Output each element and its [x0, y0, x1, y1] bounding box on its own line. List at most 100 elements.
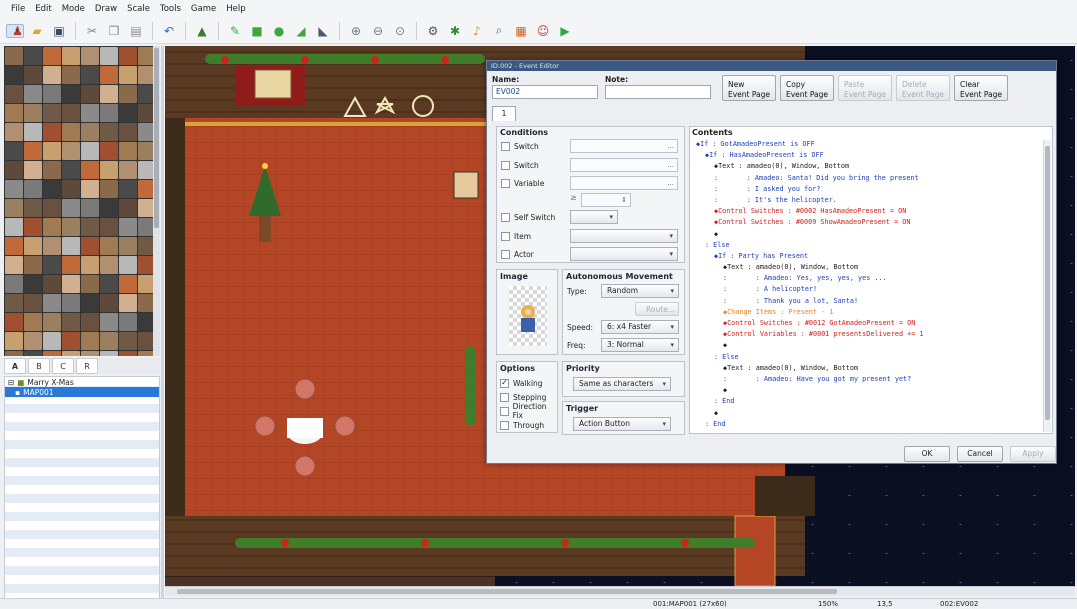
tileset-palette[interactable]: [4, 46, 160, 356]
tree-project[interactable]: ⊟ ■ Marry X-Mas: [5, 377, 159, 387]
tile[interactable]: [43, 275, 61, 293]
command-line[interactable]: ◆: [692, 408, 1043, 419]
variable-picker[interactable]: ...: [570, 176, 678, 190]
tile[interactable]: [81, 294, 99, 312]
command-line[interactable]: ◆Change Items : Present - 1: [692, 307, 1043, 318]
save-project-icon[interactable]: ▣: [50, 22, 68, 40]
tile[interactable]: [5, 351, 23, 356]
tile[interactable]: [24, 66, 42, 84]
tile[interactable]: [5, 294, 23, 312]
tile[interactable]: [100, 237, 118, 255]
command-line[interactable]: ◆Control Variables : #0001 presentsDeliv…: [692, 329, 1043, 340]
tile[interactable]: [24, 199, 42, 217]
map-horizontal-scrollbar[interactable]: [165, 586, 1075, 596]
self-switch-select[interactable]: [570, 210, 618, 224]
menu-file[interactable]: File: [6, 4, 30, 14]
rectangle-icon[interactable]: ■: [248, 22, 266, 40]
tile[interactable]: [62, 85, 80, 103]
paste-event-page-button[interactable]: Paste Event Page: [838, 75, 892, 101]
menu-scale[interactable]: Scale: [122, 4, 155, 14]
command-line[interactable]: : : I asked you for?: [692, 184, 1043, 195]
tile[interactable]: [5, 180, 23, 198]
tile[interactable]: [62, 47, 80, 65]
tile[interactable]: [119, 218, 137, 236]
sound-test-icon[interactable]: ♪: [468, 22, 486, 40]
item-select[interactable]: [570, 229, 678, 243]
command-line[interactable]: : End: [692, 419, 1043, 430]
tileset-tab-b[interactable]: B: [28, 358, 50, 374]
tile[interactable]: [24, 85, 42, 103]
priority-select[interactable]: Same as characters: [573, 377, 671, 391]
event-image[interactable]: [509, 286, 547, 346]
command-line[interactable]: ◆: [692, 385, 1043, 396]
tile[interactable]: [81, 199, 99, 217]
tile[interactable]: [5, 123, 23, 141]
tile[interactable]: [62, 275, 80, 293]
tile[interactable]: [62, 180, 80, 198]
tile[interactable]: [24, 313, 42, 331]
item-checkbox[interactable]: [501, 231, 510, 241]
collapse-icon[interactable]: ⊟: [8, 378, 14, 387]
command-list[interactable]: ◆If : GotAmadeoPresent is OFF ◆If : HasAm…: [692, 139, 1043, 432]
tileset-tab-a[interactable]: A: [4, 358, 26, 374]
option-direction-fix[interactable]: Direction Fix: [500, 402, 557, 420]
name-field[interactable]: EV002: [492, 85, 598, 99]
tile[interactable]: [43, 142, 61, 160]
tab-page-1[interactable]: 1: [492, 106, 516, 121]
tile[interactable]: [81, 180, 99, 198]
switch1-checkbox[interactable]: [501, 141, 510, 151]
self-switch-checkbox[interactable]: [501, 212, 510, 222]
tile[interactable]: [119, 237, 137, 255]
tile[interactable]: [81, 104, 99, 122]
tile[interactable]: [119, 161, 137, 179]
variable-checkbox[interactable]: [501, 178, 510, 188]
tile[interactable]: [81, 275, 99, 293]
tile[interactable]: [62, 104, 80, 122]
tile[interactable]: [81, 85, 99, 103]
tile[interactable]: [100, 199, 118, 217]
tile[interactable]: [62, 294, 80, 312]
pencil-icon[interactable]: ✎: [226, 22, 244, 40]
event-mode-icon[interactable]: ♟: [6, 23, 24, 38]
command-line[interactable]: ◆If : GotAmadeoPresent is OFF: [692, 139, 1043, 150]
tile[interactable]: [62, 161, 80, 179]
switch2-checkbox[interactable]: [501, 160, 510, 170]
shadow-pen-icon[interactable]: ◣: [314, 22, 332, 40]
tile[interactable]: [24, 47, 42, 65]
tile[interactable]: [24, 237, 42, 255]
copy-event-page-button[interactable]: Copy Event Page: [780, 75, 834, 101]
tile[interactable]: [5, 313, 23, 331]
tile[interactable]: [24, 275, 42, 293]
tile[interactable]: [100, 85, 118, 103]
command-line[interactable]: : Else: [692, 240, 1043, 251]
tile[interactable]: [100, 294, 118, 312]
tile[interactable]: [81, 47, 99, 65]
tile[interactable]: [62, 313, 80, 331]
copy-icon[interactable]: ❐: [105, 22, 123, 40]
resource-manager-icon[interactable]: ▦: [512, 22, 530, 40]
menu-game[interactable]: Game: [186, 4, 221, 14]
tile[interactable]: [43, 294, 61, 312]
tile[interactable]: [119, 351, 137, 356]
tile[interactable]: [119, 294, 137, 312]
tile[interactable]: [5, 332, 23, 350]
tile[interactable]: [100, 66, 118, 84]
tile[interactable]: [24, 332, 42, 350]
tile[interactable]: [62, 237, 80, 255]
tile[interactable]: [119, 332, 137, 350]
command-line[interactable]: ◆Text : amadeo(0), Window, Bottom: [692, 262, 1043, 273]
tile[interactable]: [62, 218, 80, 236]
tile[interactable]: [81, 237, 99, 255]
tile[interactable]: [43, 123, 61, 141]
command-line[interactable]: ◆Control Switches : #0012 GotAmadeoPrese…: [692, 318, 1043, 329]
paste-icon[interactable]: ▤: [127, 22, 145, 40]
menu-mode[interactable]: Mode: [57, 4, 90, 14]
option-checkbox[interactable]: [500, 392, 509, 402]
tile[interactable]: [5, 199, 23, 217]
tile[interactable]: [62, 199, 80, 217]
command-line[interactable]: ◆Control Switches : #0009 ShowAmadeoPres…: [692, 217, 1043, 228]
option-through[interactable]: Through: [500, 418, 544, 432]
tile[interactable]: [81, 351, 99, 356]
tile[interactable]: [43, 47, 61, 65]
switch2-picker[interactable]: ...: [570, 158, 678, 172]
